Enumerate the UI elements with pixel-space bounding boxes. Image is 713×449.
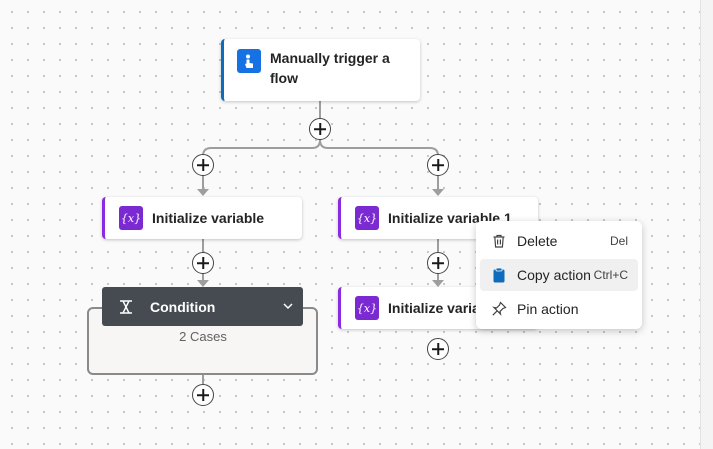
context-menu: Delete Del Copy action Ctrl+C Pin action bbox=[476, 221, 642, 329]
insert-step-button[interactable] bbox=[309, 118, 331, 140]
insert-step-button[interactable] bbox=[192, 252, 214, 274]
trash-icon bbox=[489, 231, 509, 251]
menu-item-pin-action[interactable]: Pin action bbox=[480, 293, 638, 325]
condition-label: Condition bbox=[150, 298, 216, 315]
variable-icon: {x} bbox=[355, 296, 379, 320]
clipboard-icon bbox=[489, 265, 509, 285]
variable-icon: {x} bbox=[355, 206, 379, 230]
touch-trigger-icon bbox=[237, 49, 261, 73]
insert-step-button[interactable] bbox=[427, 154, 449, 176]
insert-step-button[interactable] bbox=[427, 338, 449, 360]
insert-step-button[interactable] bbox=[192, 384, 214, 406]
menu-item-label: Pin action bbox=[517, 301, 579, 317]
menu-item-delete[interactable]: Delete Del bbox=[480, 225, 638, 257]
chevron-down-icon[interactable] bbox=[282, 299, 294, 317]
menu-item-shortcut: Del bbox=[609, 234, 628, 248]
pin-icon bbox=[489, 299, 509, 319]
action-label: Initialize variable bbox=[152, 210, 265, 226]
variable-icon: {x} bbox=[119, 206, 143, 230]
condition-cases-label: 2 Cases bbox=[179, 329, 227, 344]
menu-item-label: Delete bbox=[517, 233, 558, 249]
initialize-variable-card[interactable]: {x} Initialize variable bbox=[102, 197, 302, 239]
insert-step-button[interactable] bbox=[192, 154, 214, 176]
condition-card[interactable]: Condition bbox=[102, 287, 303, 326]
trigger-card[interactable]: Manually trigger a flow bbox=[221, 39, 420, 101]
condition-icon bbox=[116, 297, 136, 317]
insert-step-button[interactable] bbox=[427, 252, 449, 274]
menu-item-label: Copy action bbox=[517, 267, 591, 283]
menu-item-copy-action[interactable]: Copy action Ctrl+C bbox=[480, 259, 638, 291]
menu-item-shortcut: Ctrl+C bbox=[593, 268, 628, 282]
trigger-label: Manually trigger a flow bbox=[270, 50, 390, 86]
